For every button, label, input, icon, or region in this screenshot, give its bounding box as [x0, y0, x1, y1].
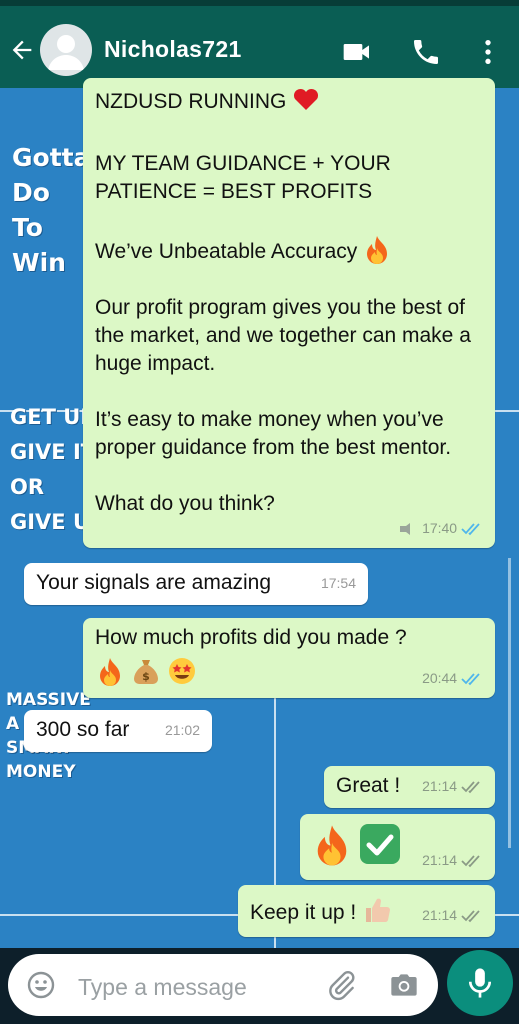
message-text: Your signals are amazing — [36, 571, 272, 594]
delivered-receipt-icon — [461, 781, 480, 794]
message-bubble-outgoing[interactable]: Great ! 21:14 — [324, 766, 495, 808]
message-text: NZDUSD RUNNING — [95, 86, 483, 116]
message-bubble-outgoing[interactable]: Keep it up ! 21:14 — [238, 885, 495, 937]
message-text: Keep it up ! — [250, 898, 392, 924]
microphone-icon — [468, 968, 492, 998]
message-text: Great ! — [336, 774, 401, 797]
message-bubble-incoming[interactable]: 300 so far 21:02 — [24, 710, 212, 752]
scroll-indicator[interactable] — [508, 558, 511, 848]
voice-call-icon[interactable] — [410, 36, 442, 68]
more-options-icon[interactable] — [472, 36, 504, 68]
emoji-row — [312, 824, 402, 871]
message-meta: 21:14 — [422, 846, 483, 874]
message-input-placeholder[interactable]: Type a message — [78, 974, 247, 1001]
svg-text:$: $ — [142, 670, 150, 683]
read-receipt-icon — [461, 673, 480, 686]
fire-emoji — [317, 825, 347, 866]
chat-header: Nicholas721 — [0, 0, 519, 88]
back-arrow-icon[interactable] — [8, 36, 36, 64]
message-meta: 17:40 — [398, 514, 483, 542]
forwarded-icon — [400, 523, 411, 536]
attach-icon[interactable] — [326, 969, 358, 1001]
star-struck-emoji — [168, 658, 195, 684]
message-meta: 21:14 — [422, 901, 483, 929]
fire-emoji — [367, 236, 388, 264]
message-time: 21:14 — [422, 778, 458, 794]
message-text: 300 so far — [36, 718, 130, 741]
message-text: It’s easy to make money when you’ve prop… — [95, 408, 452, 459]
message-bubble-incoming[interactable]: Your signals are amazing 17:54 — [24, 563, 368, 605]
message-text: Our profit program gives you the best of… — [95, 296, 471, 375]
delivered-receipt-icon — [461, 910, 480, 923]
message-meta: 20:44 — [422, 664, 483, 692]
fire-emoji — [100, 658, 120, 686]
message-time: 21:02 — [164, 722, 200, 738]
message-meta: 21:14 — [422, 772, 483, 800]
thumbs-up-emoji — [366, 898, 391, 923]
delivered-receipt-icon — [461, 855, 480, 868]
message-bubble-outgoing[interactable]: How much profits did you made ? $ 20:44 — [83, 618, 495, 698]
message-bubble-outgoing[interactable]: 21:14 — [300, 814, 495, 880]
message-time: 17:54 — [320, 575, 356, 591]
read-receipt-icon — [461, 523, 480, 536]
message-time: 20:44 — [422, 670, 458, 686]
default-avatar-icon — [48, 35, 84, 70]
message-time: 21:14 — [422, 852, 458, 868]
message-text: How much profits did you made ? — [95, 626, 407, 649]
message-text: MY TEAM GUIDANCE + YOUR PATIENCE = BEST … — [95, 152, 391, 203]
video-call-icon[interactable] — [341, 36, 373, 68]
voice-message-button[interactable] — [447, 950, 513, 1016]
camera-icon[interactable] — [388, 969, 420, 1001]
message-bubble-outgoing[interactable]: NZDUSD RUNNING MY TEAM GUIDANCE + YOUR P… — [83, 78, 495, 548]
message-time: 21:14 — [422, 907, 458, 923]
check-mark-button-emoji — [359, 824, 400, 864]
emoji-picker-icon[interactable] — [26, 970, 56, 1000]
money-bag-emoji: $ — [133, 660, 158, 684]
message-input[interactable]: Type a message — [8, 954, 438, 1016]
contact-name[interactable]: Nicholas721 — [104, 36, 242, 63]
wallpaper-slogan-1: Gotta Do To Win — [12, 143, 91, 277]
message-time: 17:40 — [422, 520, 458, 536]
avatar[interactable] — [40, 24, 92, 76]
message-text: We’ve Unbeatable Accuracy — [95, 234, 483, 266]
heart-emoji — [294, 88, 319, 110]
